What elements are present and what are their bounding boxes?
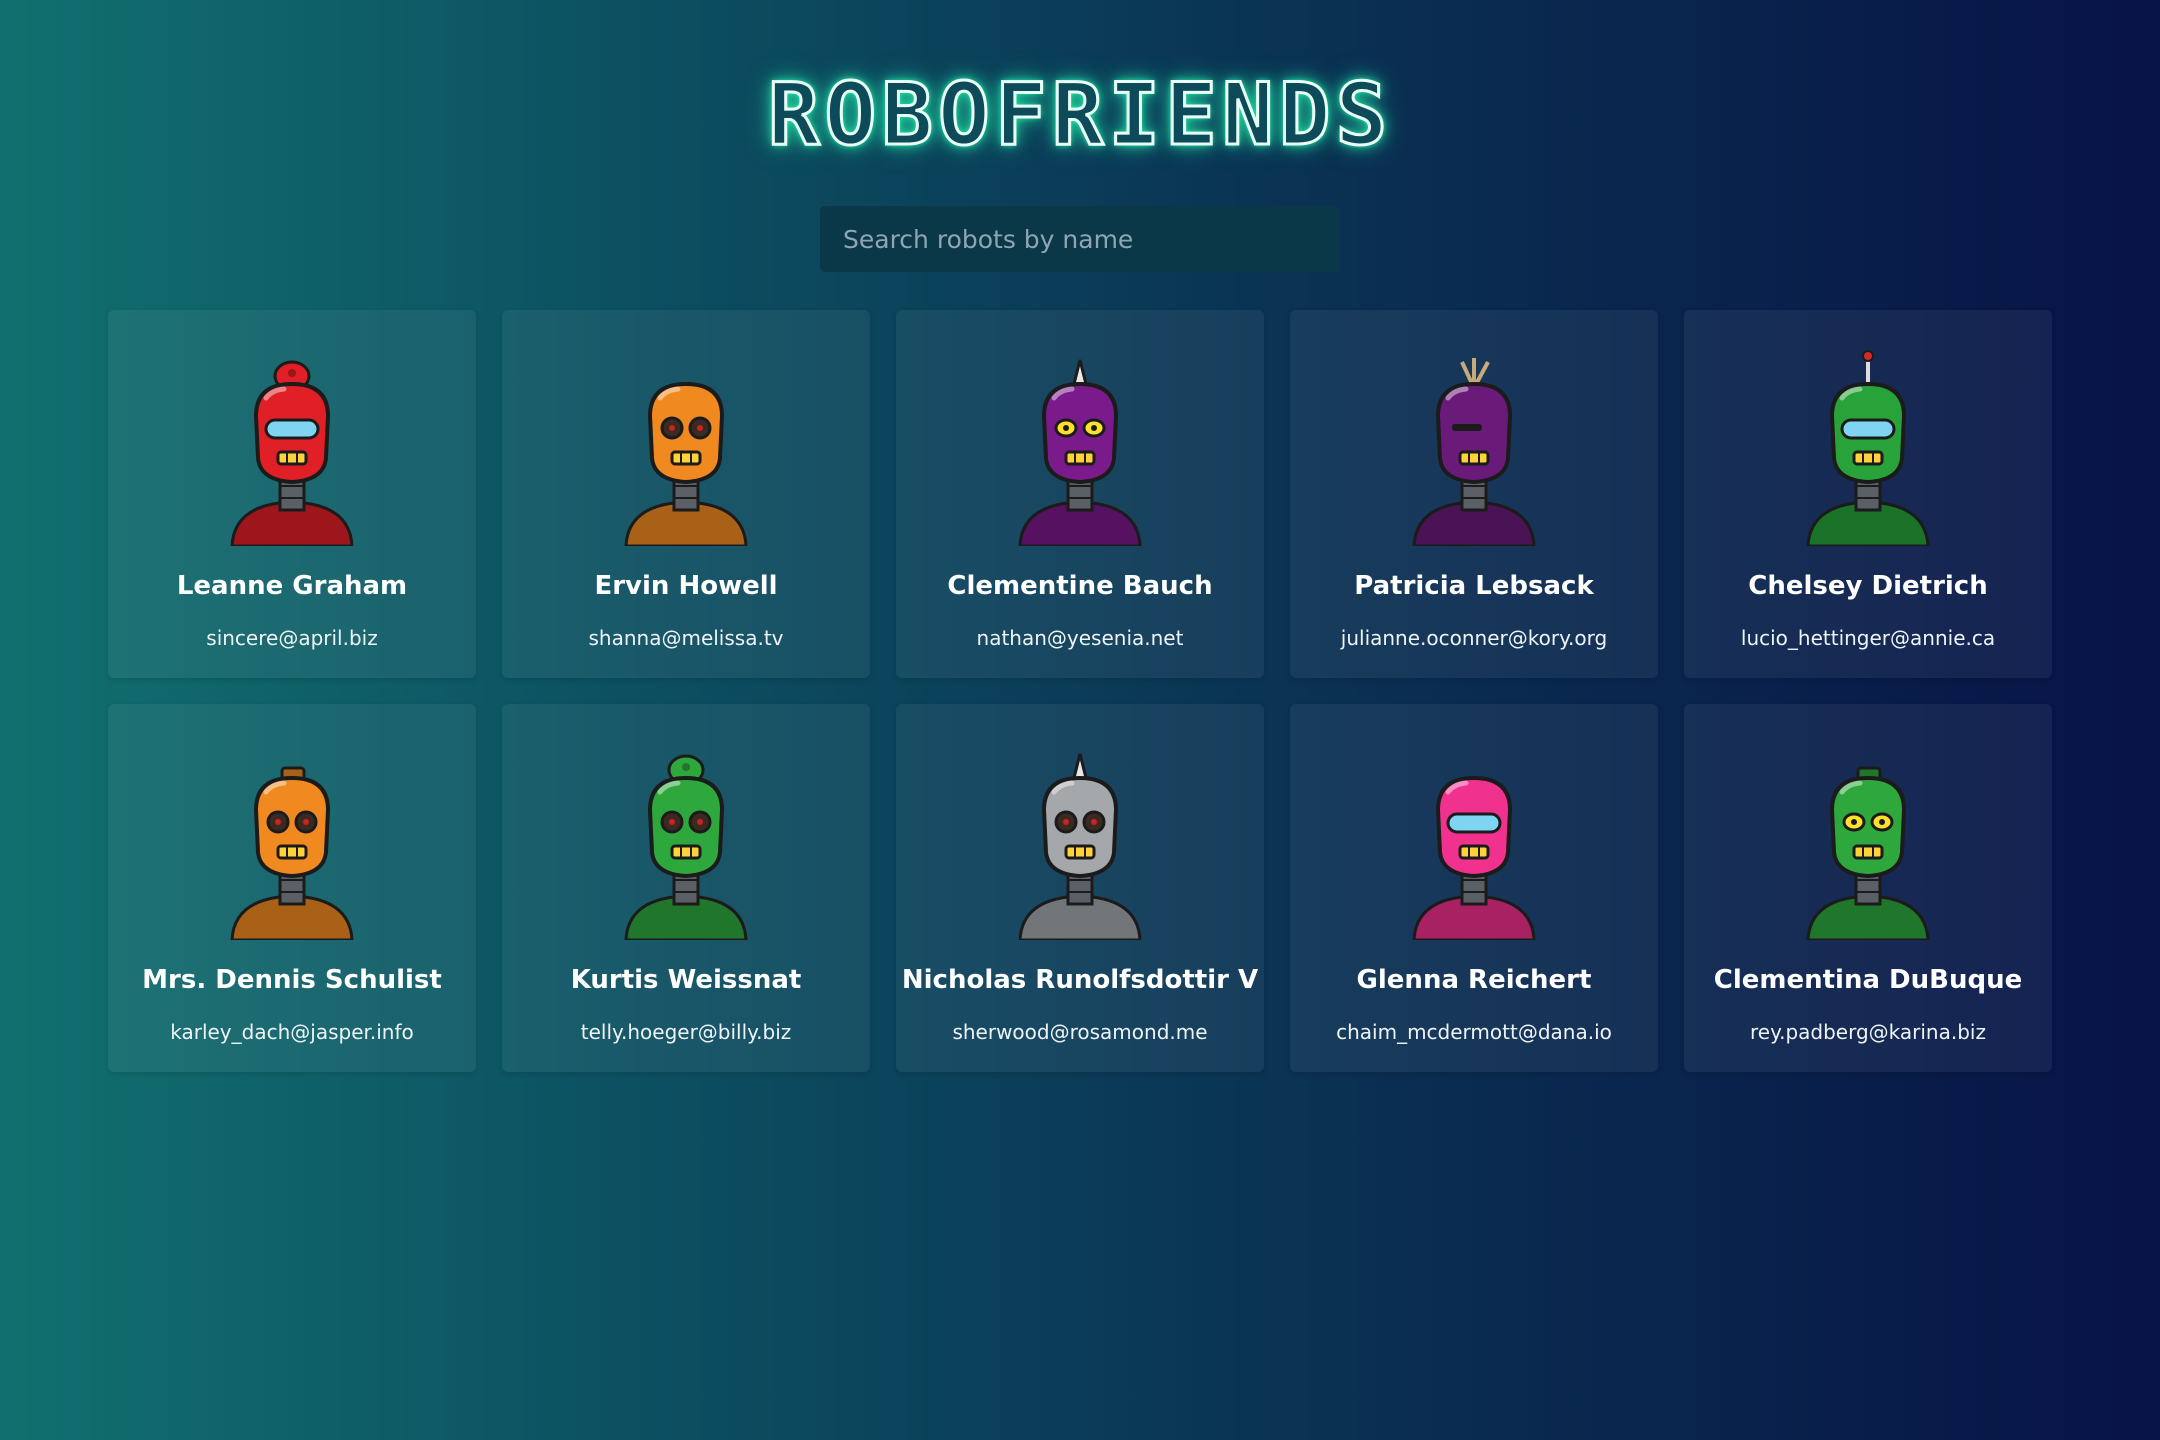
- robot-avatar-icon: [1018, 753, 1142, 940]
- robot-email: sherwood@rosamond.me: [952, 1020, 1208, 1044]
- robot-avatar-icon: [230, 360, 354, 546]
- robot-card[interactable]: Glenna Reichert chaim_mcdermott@dana.io: [1290, 704, 1658, 1072]
- robot-name: Clementina DuBuque: [1713, 965, 2023, 995]
- app-title: ROBOFRIENDS: [766, 64, 1393, 167]
- robot-card[interactable]: Mrs. Dennis Schulist karley_dach@jasper.…: [108, 704, 476, 1072]
- robot-email: chaim_mcdermott@dana.io: [1336, 1020, 1612, 1044]
- robot-name: Glenna Reichert: [1356, 965, 1592, 995]
- robot-email: sincere@april.biz: [206, 626, 378, 650]
- robot-email: karley_dach@jasper.info: [170, 1020, 414, 1044]
- robot-card[interactable]: Nicholas Runolfsdottir V sherwood@rosamo…: [896, 704, 1264, 1072]
- robot-email: telly.hoeger@billy.biz: [580, 1020, 792, 1044]
- robot-email: nathan@yesenia.net: [976, 626, 1184, 650]
- robot-email: rey.padberg@karina.biz: [1750, 1020, 1986, 1044]
- robot-name: Patricia Lebsack: [1354, 571, 1594, 601]
- robot-card[interactable]: Leanne Graham sincere@april.biz: [108, 310, 476, 678]
- robot-card[interactable]: Clementina DuBuque rey.padberg@karina.bi…: [1684, 704, 2052, 1072]
- robot-name: Ervin Howell: [594, 571, 778, 601]
- robot-avatar-icon: [1412, 358, 1536, 546]
- robot-name: Clementine Bauch: [947, 571, 1213, 601]
- robot-name: Nicholas Runolfsdottir V: [901, 965, 1259, 995]
- robot-card[interactable]: Patricia Lebsack julianne.oconner@kory.o…: [1290, 310, 1658, 678]
- robot-email: lucio_hettinger@annie.ca: [1740, 626, 1996, 650]
- robot-card[interactable]: Chelsey Dietrich lucio_hettinger@annie.c…: [1684, 310, 2052, 678]
- robot-avatar-icon: [1018, 359, 1142, 546]
- robot-name: Chelsey Dietrich: [1748, 571, 1988, 601]
- robot-card-list: Leanne Graham sincere@april.biz Ervin Ho…: [108, 310, 2052, 1072]
- search-input[interactable]: [820, 206, 1340, 272]
- robot-avatar-icon: [1806, 350, 1930, 546]
- header: ROBOFRIENDS: [0, 60, 2160, 170]
- robot-name: Mrs. Dennis Schulist: [142, 965, 442, 995]
- robot-email: shanna@melissa.tv: [588, 626, 784, 650]
- robot-card[interactable]: Kurtis Weissnat telly.hoeger@billy.biz: [502, 704, 870, 1072]
- robot-card[interactable]: Ervin Howell shanna@melissa.tv: [502, 310, 870, 678]
- robot-card[interactable]: Clementine Bauch nathan@yesenia.net: [896, 310, 1264, 678]
- robot-avatar-icon: [624, 754, 748, 940]
- robot-name: Kurtis Weissnat: [570, 965, 802, 995]
- robot-avatar-icon: [230, 766, 354, 940]
- robot-avatar-icon: [1806, 766, 1930, 940]
- robot-avatar-icon: [624, 381, 748, 546]
- robot-avatar-icon: [1412, 775, 1536, 940]
- robot-name: Leanne Graham: [176, 571, 408, 601]
- robot-email: julianne.oconner@kory.org: [1340, 626, 1608, 650]
